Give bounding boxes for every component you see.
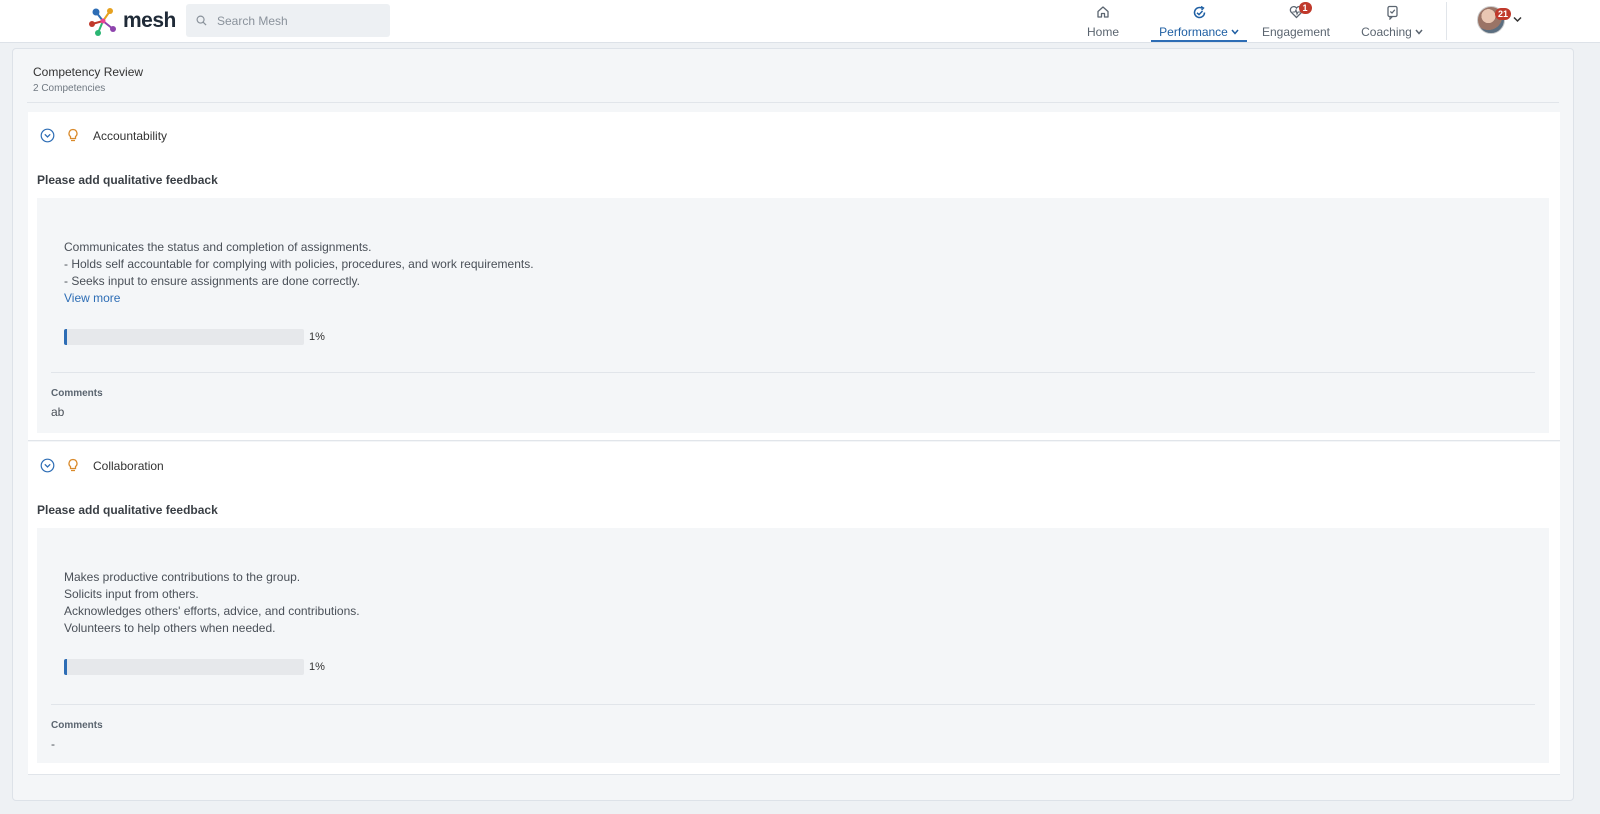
user-menu[interactable]: 21: [1477, 6, 1525, 36]
nav-engagement[interactable]: 1 Engagement: [1258, 0, 1334, 42]
mesh-logo[interactable]: mesh: [86, 4, 176, 38]
comments-value: ab: [51, 405, 65, 419]
progress-bar-fill: [64, 329, 67, 345]
feedback-prompt: Please add qualitative feedback: [37, 173, 218, 187]
comments-value: -: [51, 737, 55, 751]
progress-percent: 1%: [309, 661, 325, 673]
description-line: Communicates the status and completion o…: [64, 240, 372, 254]
nav-coaching-label: Coaching: [1361, 25, 1412, 39]
coaching-icon: [1386, 5, 1398, 20]
competency-header[interactable]: Accountability: [40, 128, 167, 143]
comments-label: Comments: [51, 720, 103, 731]
notification-badge: 21: [1495, 8, 1512, 20]
description-line: - Seeks input to ensure assignments are …: [64, 274, 360, 288]
chevron-down-icon: [1415, 29, 1423, 35]
nav-coaching[interactable]: Coaching: [1356, 0, 1428, 42]
collapse-toggle-icon[interactable]: [40, 128, 55, 143]
description-line: - Holds self accountable for complying w…: [64, 257, 534, 271]
competency-name: Collaboration: [93, 458, 164, 473]
progress-percent: 1%: [309, 331, 325, 343]
header-divider: [27, 102, 1559, 103]
description-line: Solicits input from others.: [64, 587, 199, 601]
home-icon: [1097, 6, 1109, 18]
mesh-logo-icon: [89, 8, 116, 36]
competency-review-card: Competency Review 2 Competencies Account…: [12, 48, 1574, 801]
chevron-down-icon: [1513, 16, 1522, 23]
search-box[interactable]: [186, 4, 390, 37]
progress-row: 1%: [64, 329, 325, 345]
description-line: Makes productive contributions to the gr…: [64, 570, 301, 584]
nav-home-label: Home: [1086, 25, 1119, 39]
logo-text: mesh: [123, 9, 176, 32]
progress-row: 1%: [64, 659, 325, 675]
view-more-link[interactable]: View more: [64, 290, 534, 307]
nav-divider: [1446, 2, 1447, 40]
lightbulb-icon: [68, 128, 78, 142]
performance-icon: [1193, 5, 1205, 18]
competency-header[interactable]: Collaboration: [40, 458, 164, 473]
engagement-badge: 1: [1298, 2, 1312, 14]
competency-description: Makes productive contributions to the gr…: [64, 569, 360, 637]
feedback-prompt: Please add qualitative feedback: [37, 503, 218, 517]
nav-home[interactable]: Home: [1078, 0, 1128, 42]
competency-section: Collaboration Please add qualitative fee…: [28, 442, 1560, 775]
comments-label: Comments: [51, 388, 103, 399]
search-icon: [196, 15, 207, 26]
comments-divider: [51, 704, 1535, 705]
nav-performance-label: Performance: [1159, 25, 1228, 39]
collapse-toggle-icon[interactable]: [40, 458, 55, 473]
competency-count: 2 Competencies: [33, 83, 106, 94]
competency-description: Communicates the status and completion o…: [64, 239, 534, 307]
feedback-box: Makes productive contributions to the gr…: [37, 528, 1549, 763]
chevron-down-icon: [1231, 29, 1239, 35]
description-line: Acknowledges others' efforts, advice, an…: [64, 604, 360, 618]
competency-section: Accountability Please add qualitative fe…: [28, 112, 1560, 441]
competency-name: Accountability: [93, 128, 168, 143]
lightbulb-icon: [68, 458, 78, 472]
comments-divider: [51, 372, 1535, 373]
description-line: Volunteers to help others when needed.: [64, 621, 276, 635]
nav-engagement-label: Engagement: [1261, 25, 1331, 39]
progress-bar-fill: [64, 659, 67, 675]
nav-performance[interactable]: Performance: [1151, 0, 1247, 42]
progress-bar: [64, 329, 304, 345]
progress-bar: [64, 659, 304, 675]
page-title: Competency Review: [33, 65, 144, 79]
review-header: Competency Review 2 Competencies: [33, 65, 143, 94]
search-input[interactable]: [217, 13, 377, 28]
top-bar: mesh Home Performance: [0, 0, 1600, 43]
feedback-box: Communicates the status and completion o…: [37, 198, 1549, 433]
